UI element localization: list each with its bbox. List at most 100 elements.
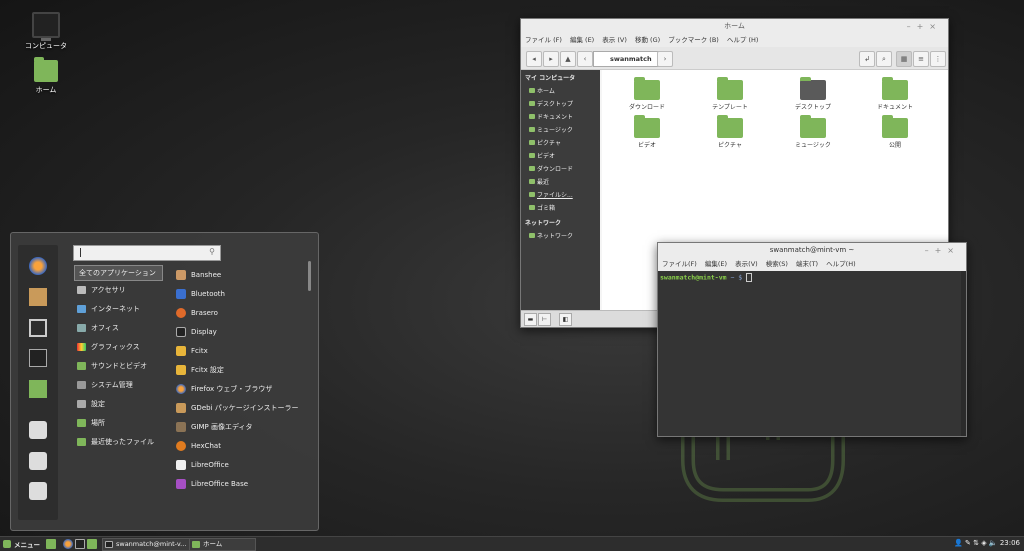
app-libreoffice-base[interactable]: LibreOffice Base (174, 477, 248, 491)
category-internet[interactable]: インターネット (74, 302, 140, 316)
folder-item[interactable]: ドキュメント (865, 77, 925, 111)
clock[interactable]: 23:06 (1000, 539, 1020, 547)
sidebar-item-trash[interactable]: ゴミ箱 (521, 202, 600, 215)
compact-view-button[interactable]: ⋮ (930, 51, 946, 67)
app-firefox[interactable]: Firefox ウェブ・ブラウザ (174, 382, 272, 396)
category-all[interactable]: 全てのアプリケーション (74, 265, 163, 281)
breadcrumb-left-button[interactable]: ‹ (577, 51, 593, 67)
sidebar-item-desktop[interactable]: デスクトップ (521, 98, 600, 111)
sidebar-heading-computer[interactable]: マイ コンピュータ (521, 70, 600, 85)
folder-item[interactable]: ピクチャ (700, 115, 760, 149)
toggle-location-button[interactable]: ↲ (859, 51, 875, 67)
sidebar-item-downloads[interactable]: ダウンロード (521, 163, 600, 176)
breadcrumb-right-button[interactable]: › (657, 51, 673, 67)
folder-item[interactable]: テンプレート (700, 77, 760, 111)
sidebar-item-music[interactable]: ミュージック (521, 124, 600, 137)
lock-screen-icon[interactable] (29, 421, 47, 439)
menu-search[interactable]: 検索(S) (766, 260, 788, 268)
category-preferences[interactable]: 設定 (74, 397, 105, 411)
menu-go[interactable]: 移動 (G) (635, 36, 660, 44)
taskbar-task-terminal[interactable]: swanmatch@mint-v... (102, 538, 190, 551)
back-button[interactable]: ◂ (526, 51, 542, 67)
taskbar-task-home[interactable]: ホーム (189, 538, 256, 551)
network-icon[interactable]: ⇅ (973, 539, 979, 547)
forward-button[interactable]: ▸ (543, 51, 559, 67)
menu-button[interactable]: メニュー (3, 539, 40, 549)
up-button[interactable]: ▲ (560, 51, 576, 67)
desktop-icon-computer[interactable]: コンピュータ (21, 12, 71, 51)
firefox-icon[interactable] (29, 257, 47, 275)
sidebar-item-recent[interactable]: 最近 (521, 176, 600, 189)
app-fcitx[interactable]: Fcitx (174, 344, 208, 358)
app-brasero[interactable]: Brasero (174, 306, 218, 320)
menu-edit[interactable]: 編集 (E) (570, 36, 594, 44)
firefox-icon[interactable] (63, 539, 73, 549)
icon-view-button[interactable]: ▦ (896, 51, 912, 67)
menu-terminal[interactable]: 端末(T) (796, 260, 818, 268)
app-hexchat[interactable]: HexChat (174, 439, 221, 453)
menu-help[interactable]: ヘルプ (H) (727, 36, 759, 44)
category-graphics[interactable]: グラフィックス (74, 340, 140, 354)
shutdown-icon[interactable] (29, 482, 47, 500)
files-icon[interactable] (87, 539, 97, 549)
terminal-icon[interactable] (75, 539, 85, 549)
desktop-icon-home[interactable]: ホーム (21, 57, 71, 95)
app-display[interactable]: Display (174, 325, 217, 339)
folder-item[interactable]: ミュージック (783, 115, 843, 149)
software-manager-icon[interactable] (29, 288, 47, 306)
app-fcitx-settings[interactable]: Fcitx 設定 (174, 363, 224, 377)
menu-file[interactable]: ファイル (F) (525, 36, 562, 44)
volume-icon[interactable]: 🔈 (989, 539, 998, 547)
window-controls[interactable]: –+× (907, 19, 942, 34)
terminal-titlebar[interactable]: swanmatch@mint-vm ~ –+× (658, 243, 966, 258)
terminal-output[interactable]: swanmatch@mint-vm ~ $ (658, 271, 961, 436)
terminal-scrollbar[interactable] (961, 271, 966, 436)
folder-item[interactable]: デスクトップ (783, 77, 843, 111)
menu-edit[interactable]: 編集(E) (705, 260, 727, 268)
sidebar-item-documents[interactable]: ドキュメント (521, 111, 600, 124)
menu-help[interactable]: ヘルプ(H) (826, 260, 855, 268)
system-settings-icon[interactable] (29, 319, 47, 337)
list-view-button[interactable]: ≡ (913, 51, 929, 67)
menu-search-input[interactable]: ⚲ (73, 245, 221, 261)
app-gdebi[interactable]: GDebi パッケージインストーラー (174, 401, 298, 415)
files-icon[interactable] (29, 380, 47, 398)
terminal-icon[interactable] (29, 349, 47, 367)
sidebar-toggle-button[interactable]: ◧ (559, 313, 572, 326)
tree-toggle-button[interactable]: ⊢ (538, 313, 551, 326)
category-accessories[interactable]: アクセサリ (74, 283, 126, 297)
sidebar-heading-network[interactable]: ネットワーク (521, 215, 600, 230)
menu-bookmarks[interactable]: ブックマーク (B) (668, 36, 719, 44)
file-manager-titlebar[interactable]: ホーム –+× (521, 19, 948, 34)
sidebar-item-pictures[interactable]: ピクチャ (521, 137, 600, 150)
category-office[interactable]: オフィス (74, 321, 119, 335)
menu-view[interactable]: 表示(V) (735, 260, 758, 268)
shield-icon[interactable]: ◈ (981, 539, 986, 547)
logout-icon[interactable] (29, 452, 47, 470)
sidebar-item-filesystem[interactable]: ファイルシ... (521, 189, 600, 202)
places-toggle-button[interactable]: ▬ (524, 313, 537, 326)
folder-item[interactable]: ビデオ (617, 115, 677, 149)
folder-item[interactable]: ダウンロード (617, 77, 677, 111)
category-sound-video[interactable]: サウンドとビデオ (74, 359, 147, 373)
app-gimp[interactable]: GIMP 画像エディタ (174, 420, 253, 434)
pen-icon[interactable]: ✎ (965, 539, 971, 547)
user-icon[interactable]: 👤 (954, 539, 963, 547)
sidebar-item-videos[interactable]: ビデオ (521, 150, 600, 163)
folder-item[interactable]: 公開 (865, 115, 925, 149)
menu-scrollbar[interactable] (308, 261, 311, 291)
menu-file[interactable]: ファイル(F) (662, 260, 697, 268)
show-desktop-icon[interactable] (46, 539, 56, 549)
breadcrumb[interactable]: swanmatch (593, 51, 659, 67)
search-button[interactable]: ⌕ (876, 51, 892, 67)
category-places[interactable]: 場所 (74, 416, 105, 430)
sidebar-item-network[interactable]: ネットワーク (521, 230, 600, 243)
menu-view[interactable]: 表示 (V) (602, 36, 627, 44)
app-libreoffice[interactable]: LibreOffice (174, 458, 229, 472)
app-bluetooth[interactable]: Bluetooth (174, 287, 225, 301)
window-controls[interactable]: –+× (925, 243, 960, 258)
app-banshee[interactable]: Banshee (174, 268, 221, 282)
category-recent[interactable]: 最近使ったファイル (74, 435, 154, 449)
sidebar-item-home[interactable]: ホーム (521, 85, 600, 98)
category-administration[interactable]: システム管理 (74, 378, 133, 392)
